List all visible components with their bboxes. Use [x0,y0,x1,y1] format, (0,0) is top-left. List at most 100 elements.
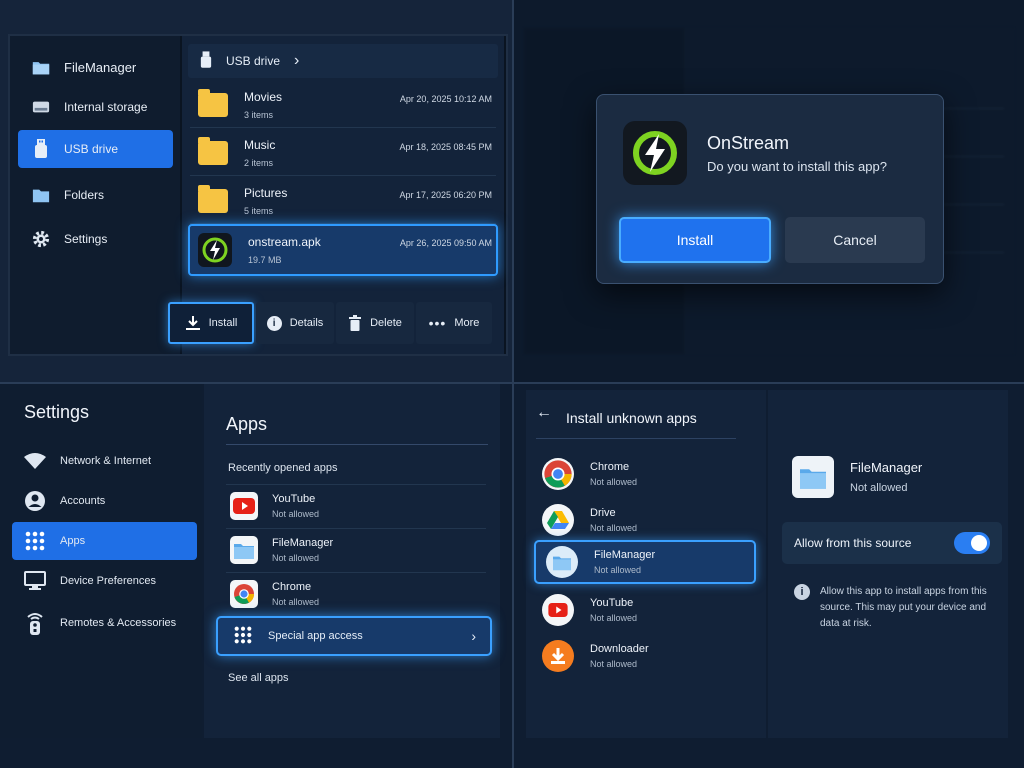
app-status: Not allowed [272,508,320,519]
file-name: onstream.apk [248,235,321,249]
breadcrumb[interactable]: USB drive › [188,44,498,78]
file-name: Pictures [244,185,288,200]
panel-install-dialog: OnStream Do you want to install this app… [514,0,1024,382]
app-row-downloader[interactable]: Downloader Not allowed [532,634,754,678]
sidebar-item-label: Folders [64,188,105,202]
drive-app-icon [542,504,574,536]
sidebar-item-network[interactable]: Network & Internet [12,442,197,480]
sidebar-item-label: Remotes & Accessories [60,617,177,629]
app-status: Not allowed [272,596,320,607]
allow-from-source-label: Allow from this source [794,536,912,550]
filemanager-icon [792,456,834,498]
sidebar-item-label: USB drive [64,142,119,156]
sidebar-item-accounts[interactable]: Accounts [12,482,197,520]
sidebar-item-settings[interactable]: Settings [18,220,173,258]
page-title: Install unknown apps [566,410,697,426]
file-row-onstream-apk[interactable]: onstream.apk 19.7 MB Apr 26, 2025 09:50 … [188,224,498,276]
folder-icon [198,184,228,213]
app-row-drive[interactable]: Drive Not allowed [532,498,754,542]
dialog-cancel-button[interactable]: Cancel [785,217,925,263]
chrome-icon [542,458,574,490]
sidebar-item-apps[interactable]: Apps [12,522,197,560]
app-permission-detail: FileManager Not allowed Allow from this … [768,390,1008,738]
app-name: Downloader [590,643,649,655]
apps-pane: Apps Recently opened apps YouTube Not al… [204,384,500,738]
file-item-count: 3 items [244,109,274,120]
app-row-youtube[interactable]: YouTube Not allowed [532,588,754,632]
breadcrumb-label: USB drive [226,54,281,68]
special-app-access-button[interactable]: Special app access › [216,616,492,656]
drive-icon [32,98,50,116]
sidebar-item-remotes[interactable]: Remotes & Accessories [12,604,197,642]
folder-icon [32,186,50,204]
detail-app-name: FileManager [850,460,923,475]
app-status: Not allowed [590,659,638,669]
file-action-bar: Install i Details Delete ••• More [168,302,504,344]
sidebar-item-device-preferences[interactable]: Device Preferences [12,562,197,600]
onstream-app-icon [198,233,232,267]
back-arrow-icon[interactable]: ← [536,404,552,422]
apps-grid-icon [234,626,252,647]
more-label: More [454,317,480,329]
delete-button[interactable]: Delete [336,302,414,344]
file-row-pictures[interactable]: Pictures 5 items Apr 17, 2025 06:20 PM [190,178,496,224]
panel-file-manager: FileManager Internal storage USB drive F… [0,0,512,382]
folder-icon [198,136,228,165]
sidebar-item-label: Accounts [60,495,106,507]
usb-icon [32,139,50,158]
youtube-icon [230,491,258,520]
recent-apps-heading: Recently opened apps [228,462,338,474]
app-row-chrome[interactable]: Chrome Not allowed [226,572,486,614]
sidebar-item-label: Settings [64,232,108,246]
more-dots-icon: ••• [428,315,447,331]
more-button[interactable]: ••• More [416,302,492,344]
sidebar-item-usb-drive[interactable]: USB drive [18,130,173,168]
file-date: Apr 20, 2025 10:12 AM [399,94,492,104]
info-icon: i [794,584,810,600]
monitor-icon [24,570,46,592]
onstream-app-icon [623,121,687,185]
app-name: Drive [590,507,616,519]
folder-icon [198,88,228,117]
allow-from-source-toggle[interactable] [954,532,990,554]
sidebar-item-label: Internal storage [64,100,148,114]
allow-from-source-row[interactable]: Allow from this source [782,522,1002,564]
file-row-movies[interactable]: Movies 3 items Apr 20, 2025 10:12 AM [190,82,496,128]
install-button[interactable]: Install [168,302,254,344]
section-divider [536,438,736,439]
app-row-youtube[interactable]: YouTube Not allowed [226,484,486,526]
app-row-filemanager-selected[interactable]: FileManager Not allowed [534,540,756,584]
file-date: Apr 17, 2025 06:20 PM [399,190,492,200]
sidebar-item-folders[interactable]: Folders [18,176,173,214]
file-date: Apr 26, 2025 09:50 AM [399,238,492,248]
see-all-apps-link[interactable]: See all apps [228,672,289,684]
dialog-app-name: OnStream [707,133,790,153]
file-item-count: 5 items [244,205,274,216]
file-row-music[interactable]: Music 2 items Apr 18, 2025 08:45 PM [190,130,496,176]
filemanager-icon [230,535,258,564]
app-row-filemanager[interactable]: FileManager Not allowed [226,528,486,570]
dialog-question: Do you want to install this app? [707,159,887,174]
details-button[interactable]: i Details [256,302,334,344]
file-item-count: 2 items [244,157,274,168]
sidebar-item-label: Apps [60,535,86,547]
delete-label: Delete [370,317,402,329]
download-icon [185,316,200,330]
app-name: FileManager [594,549,656,561]
gear-icon [32,230,50,248]
file-size: 19.7 MB [248,255,282,265]
app-status: Not allowed [590,613,638,623]
sidebar-item-internal-storage[interactable]: Internal storage [18,88,173,126]
filemanager-icon [32,58,50,76]
app-status: Not allowed [590,523,638,533]
filemanager-icon [546,546,578,578]
trash-icon [349,315,362,331]
dialog-install-button[interactable]: Install [619,217,771,263]
app-status: Not allowed [590,477,638,487]
app-row-chrome[interactable]: Chrome Not allowed [532,452,754,496]
file-manager-header: FileManager [18,48,173,86]
chevron-right-icon: › [471,628,476,644]
file-name: Music [244,137,276,152]
info-icon: i [266,315,282,331]
sidebar-item-label: Network & Internet [60,455,152,467]
